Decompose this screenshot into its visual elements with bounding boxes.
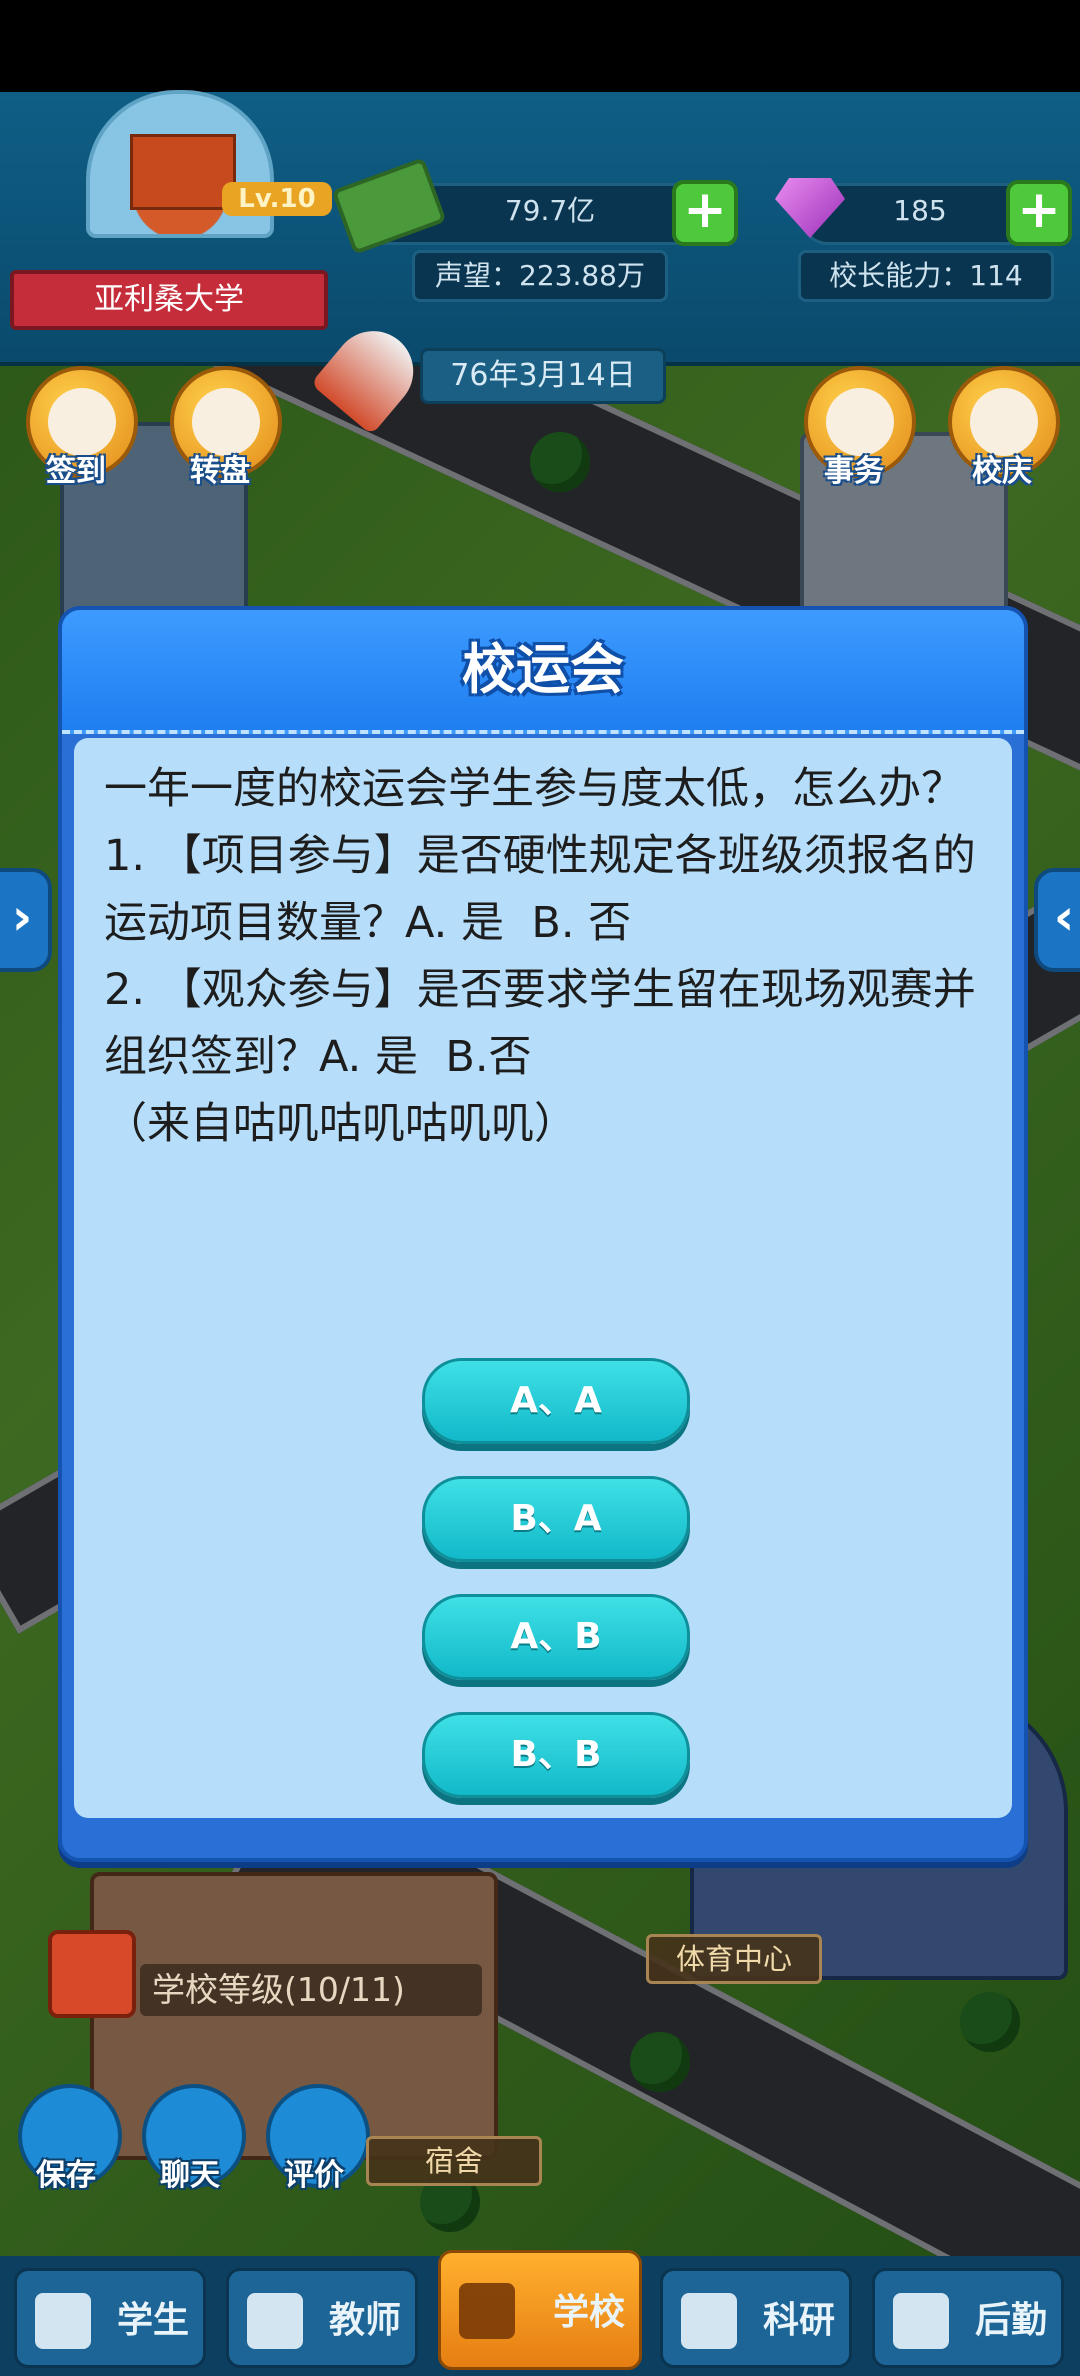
school-name: 亚利桑大学 [10, 270, 328, 330]
chat-label: 聊天 [160, 2158, 220, 2193]
wheel-label: 转盘 [190, 454, 250, 489]
dialog-body: 一年一度的校运会学生参与度太低，怎么办？ 1. 【项目参与】是否硬性规定各班级须… [74, 738, 1012, 1818]
sports-center-label[interactable]: 体育中心 [646, 1934, 822, 1984]
review-label: 评价 [284, 2158, 344, 2193]
principal-ability-label: 校长能力：114 [798, 250, 1054, 302]
tab-school[interactable]: 学校 [438, 2250, 642, 2370]
sign-in-label: 签到 [46, 454, 106, 489]
graduation-cap-icon [35, 2293, 91, 2349]
right-arrow-button[interactable]: ‹ [1034, 868, 1080, 972]
anniversary-label: 校庆 [972, 454, 1032, 489]
mailbox-icon[interactable] [48, 1930, 136, 2018]
tab-label: 后勤 [974, 2300, 1047, 2341]
tab-teachers[interactable]: 教师 [226, 2268, 418, 2368]
person-icon [247, 2293, 303, 2349]
columns-icon [459, 2283, 515, 2339]
add-money-button[interactable]: + [672, 180, 738, 246]
game-date: 76年3月14日 [420, 348, 666, 404]
school-level-progress[interactable]: 学校等级(10/11) [140, 1964, 482, 2016]
reputation-label: 声望：223.88万 [412, 250, 668, 302]
event-dialog: 校运会 一年一度的校运会学生参与度太低，怎么办？ 1. 【项目参与】是否硬性规定… [58, 606, 1028, 1862]
tab-students[interactable]: 学生 [14, 2268, 206, 2368]
event-question: 一年一度的校运会学生参与度太低，怎么办？ 1. 【项目参与】是否硬性规定各班级须… [104, 764, 976, 1149]
tab-label: 科研 [762, 2300, 835, 2341]
option-button-a-b[interactable]: A、B [422, 1594, 690, 1680]
microscope-icon [681, 2293, 737, 2349]
option-button-a-a[interactable]: A、A [422, 1358, 690, 1444]
tab-label: 教师 [328, 2300, 401, 2341]
save-label: 保存 [36, 2158, 96, 2193]
tab-research[interactable]: 科研 [660, 2268, 852, 2368]
gem-value: 185 [893, 194, 947, 227]
status-bar [0, 0, 1080, 92]
school-level-badge: Lv.10 [222, 182, 332, 216]
money-value: 79.7亿 [504, 194, 596, 227]
add-gems-button[interactable]: + [1006, 180, 1072, 246]
dialog-title: 校运会 [462, 638, 624, 701]
left-arrow-button[interactable]: › [0, 868, 52, 972]
dorm-label[interactable]: 宿舍 [366, 2136, 542, 2186]
affairs-label: 事务 [824, 454, 884, 489]
option-button-b-b[interactable]: B、B [422, 1712, 690, 1798]
option-button-b-a[interactable]: B、A [422, 1476, 690, 1562]
tab-label: 学校 [552, 2292, 625, 2333]
medical-kit-icon [893, 2293, 949, 2349]
tab-label: 学生 [116, 2300, 189, 2341]
tab-logistics[interactable]: 后勤 [872, 2268, 1064, 2368]
